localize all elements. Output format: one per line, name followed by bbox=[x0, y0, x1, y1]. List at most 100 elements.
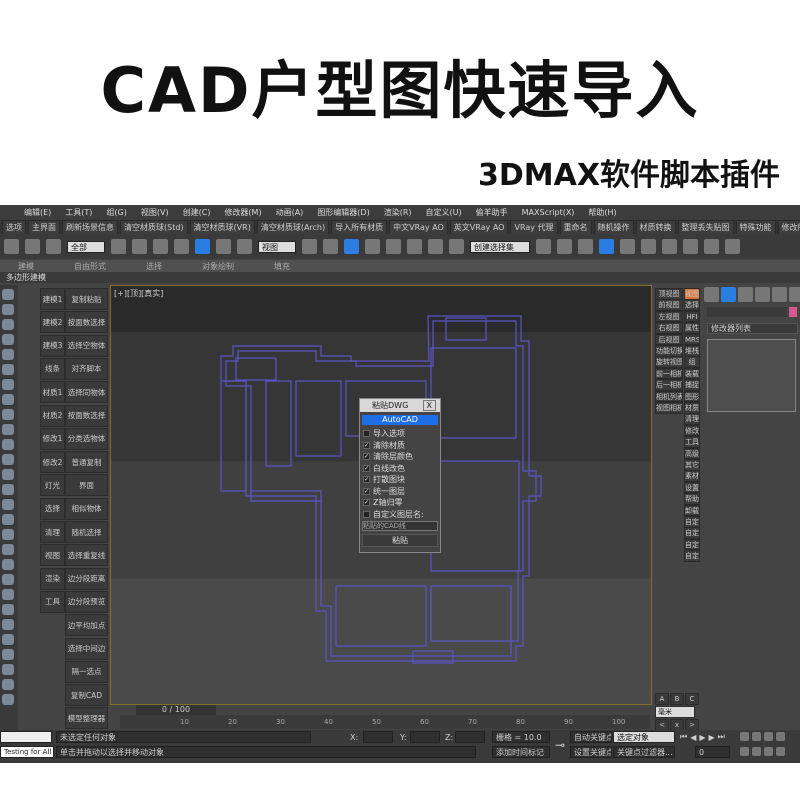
utilities-tab-icon[interactable] bbox=[789, 287, 800, 302]
schematic-view-icon[interactable] bbox=[641, 239, 656, 254]
left-tool-icon[interactable] bbox=[2, 409, 14, 420]
dialog-close-button[interactable]: X bbox=[422, 400, 436, 411]
function-button[interactable]: 高级 bbox=[684, 447, 700, 460]
selection-filter-dropdown[interactable]: 全部 bbox=[67, 240, 105, 253]
menu-item[interactable]: 创建(C) bbox=[183, 207, 211, 218]
function-button[interactable]: 自定 bbox=[684, 527, 700, 539]
shelf-button[interactable]: 修改所有VRay材质 bbox=[777, 220, 800, 234]
left-tool-icon[interactable] bbox=[2, 649, 14, 660]
left-tool-icon[interactable] bbox=[2, 529, 14, 540]
goto-end-icon[interactable]: ⏭ bbox=[718, 732, 725, 742]
left-category-button[interactable]: 灯光 bbox=[40, 474, 65, 497]
checkbox[interactable]: ✓ bbox=[363, 476, 370, 484]
preset-button[interactable]: C bbox=[685, 693, 699, 705]
layer-name-input[interactable] bbox=[362, 521, 438, 531]
function-button[interactable]: 帮助 bbox=[684, 493, 700, 505]
function-button[interactable]: 装载 bbox=[684, 367, 700, 380]
function-button[interactable]: 工具 bbox=[684, 436, 700, 448]
viewport-label[interactable]: [+][顶][真实] bbox=[114, 288, 163, 299]
shelf-button[interactable]: 中文VRay AO bbox=[389, 220, 448, 234]
left-script-button[interactable]: 隔一选点 bbox=[65, 660, 108, 683]
window-crossing-icon[interactable] bbox=[174, 239, 189, 254]
shelf-button[interactable]: 刷新场景信息 bbox=[62, 220, 118, 234]
view-button[interactable]: 视图相机 bbox=[655, 402, 683, 414]
left-tool-icon[interactable] bbox=[2, 304, 14, 315]
menu-item[interactable]: 帮助(H) bbox=[588, 207, 616, 218]
view-button[interactable]: 前视图 bbox=[655, 299, 683, 311]
view-button[interactable]: 右视图 bbox=[655, 322, 683, 334]
left-tool-icon[interactable] bbox=[2, 589, 14, 600]
left-category-button[interactable]: 建模2 bbox=[40, 311, 65, 334]
menu-item[interactable]: 编辑(E) bbox=[24, 207, 51, 218]
modifier-stack[interactable] bbox=[707, 339, 796, 412]
left-script-button[interactable]: 选择空物体 bbox=[65, 334, 108, 357]
left-tool-icon[interactable] bbox=[2, 604, 14, 615]
view-button[interactable]: 后视图 bbox=[655, 333, 683, 346]
left-script-button[interactable]: 选择中间边 bbox=[65, 637, 108, 660]
shelf-button[interactable]: 清空材质球(Std) bbox=[120, 220, 188, 234]
shelf-button[interactable]: 主界面 bbox=[28, 220, 60, 234]
percent-snap-icon[interactable] bbox=[407, 239, 422, 254]
left-script-button[interactable]: 模型整理器 bbox=[65, 707, 108, 730]
x-coord-field[interactable] bbox=[363, 731, 393, 743]
rotate-icon[interactable] bbox=[216, 239, 231, 254]
view-button[interactable]: 相机列表 bbox=[655, 390, 683, 403]
left-tool-icon[interactable] bbox=[2, 379, 14, 390]
object-name-field[interactable] bbox=[707, 307, 787, 317]
preset-button[interactable]: A bbox=[655, 693, 669, 705]
dialog-option[interactable]: ✓ 清除材质 bbox=[360, 440, 440, 452]
preset-button[interactable]: B bbox=[670, 693, 684, 705]
left-script-button[interactable]: 界面 bbox=[65, 474, 108, 497]
zoom-extents-all-icon[interactable] bbox=[776, 732, 785, 741]
render-setup-icon[interactable] bbox=[683, 239, 698, 254]
function-button[interactable]: MRS bbox=[684, 333, 700, 346]
ribbon-tab[interactable]: 填充 bbox=[274, 261, 290, 272]
autocad-tab[interactable]: AutoCAD bbox=[362, 415, 438, 425]
left-script-button[interactable]: 普通复制 bbox=[65, 451, 108, 474]
track-bar[interactable]: 10 20 30 40 50 60 70 80 90 100 bbox=[120, 715, 650, 729]
shelf-button[interactable]: 整理丢失贴图 bbox=[677, 220, 734, 234]
align-icon[interactable] bbox=[557, 239, 572, 254]
layer-manager-icon[interactable] bbox=[578, 239, 593, 254]
menu-item[interactable]: MAXScript(X) bbox=[522, 208, 575, 217]
function-button[interactable]: 自定 bbox=[684, 538, 700, 551]
function-button[interactable]: 清理 bbox=[684, 413, 700, 425]
left-tool-icon[interactable] bbox=[2, 439, 14, 450]
pan-icon[interactable] bbox=[752, 747, 761, 756]
modify-tab-icon[interactable] bbox=[721, 287, 736, 302]
left-category-button[interactable]: 修改1 bbox=[40, 427, 65, 450]
shelf-button[interactable]: 导入所有材质 bbox=[331, 220, 388, 234]
set-key-button[interactable]: 设置关键点 bbox=[570, 746, 612, 758]
shelf-button[interactable]: 随机操作 bbox=[593, 220, 634, 234]
rect-selection-icon[interactable] bbox=[153, 239, 168, 254]
maximize-viewport-icon[interactable] bbox=[776, 747, 785, 756]
units-dropdown[interactable]: 毫米 bbox=[655, 706, 695, 718]
time-slider[interactable]: 0 / 100 bbox=[136, 705, 216, 715]
function-button[interactable]: 堆栈 bbox=[684, 345, 700, 357]
left-tool-icon[interactable] bbox=[2, 334, 14, 345]
function-button[interactable]: 视图 bbox=[684, 288, 700, 300]
shelf-button[interactable]: 英文VRay AO bbox=[449, 220, 509, 234]
left-tool-icon[interactable] bbox=[2, 469, 14, 480]
left-script-button[interactable]: 边分段距离 bbox=[65, 567, 108, 590]
mirror-icon[interactable] bbox=[536, 239, 551, 254]
left-tool-icon[interactable] bbox=[2, 319, 14, 330]
menu-item[interactable]: 视图(V) bbox=[141, 207, 169, 218]
next-frame-icon[interactable]: ▶ bbox=[709, 733, 715, 742]
dialog-option[interactable]: 自定义图层名: bbox=[360, 509, 440, 521]
left-tool-icon[interactable] bbox=[2, 544, 14, 555]
function-button[interactable]: 属性 bbox=[684, 322, 700, 334]
modifier-list-dropdown[interactable]: 修改器列表 bbox=[707, 323, 798, 334]
function-button[interactable]: 组 bbox=[684, 356, 700, 368]
zoom-extents-icon[interactable] bbox=[764, 732, 773, 741]
left-script-button[interactable]: 选择同物体 bbox=[65, 381, 108, 404]
maxscript-listener[interactable] bbox=[0, 731, 52, 743]
curve-editor-icon[interactable] bbox=[620, 239, 635, 254]
left-script-button[interactable]: 随机选择 bbox=[65, 521, 108, 543]
left-script-button[interactable]: 按面数选择 bbox=[65, 404, 108, 427]
checkbox[interactable]: ✓ bbox=[363, 499, 370, 507]
key-filters-button[interactable]: 关键点过滤器... bbox=[613, 746, 675, 758]
shelf-button[interactable]: 重命名 bbox=[559, 220, 592, 234]
function-button[interactable]: 素材 bbox=[684, 470, 700, 482]
checkbox[interactable] bbox=[363, 510, 370, 518]
